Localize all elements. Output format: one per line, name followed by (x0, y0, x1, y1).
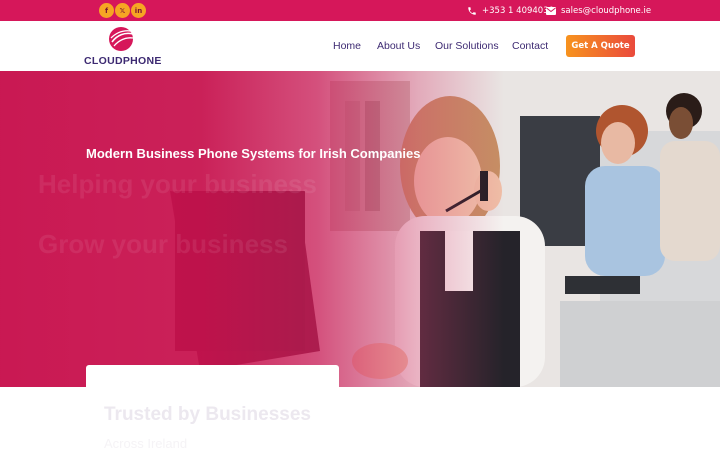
nav-contact[interactable]: Contact (512, 40, 548, 52)
email-contact[interactable]: sales@cloudphone.ie (546, 0, 651, 21)
phone-contact[interactable]: +353 1 4094030 (467, 0, 554, 21)
nav-home[interactable]: Home (333, 40, 361, 52)
trusted-subheading: Across Ireland (104, 436, 188, 450)
hero-title: Modern Business Phone Systems for Irish … (86, 146, 421, 161)
facebook-icon[interactable]: f (99, 3, 114, 18)
nav-about-us[interactable]: About Us (377, 40, 420, 52)
hero-ghost-text-2: Grow your business (38, 229, 288, 259)
logo-text: CLOUDPHONE (84, 55, 162, 67)
logo-mark-icon (109, 27, 134, 51)
logo[interactable]: CLOUDPHONE (84, 26, 162, 68)
mail-icon (546, 6, 556, 15)
get-a-quote-button[interactable]: Get A Quote (566, 35, 635, 57)
top-bar: f 𝕏 in +353 1 4094030 sales@cloudphone.i… (0, 0, 720, 21)
hero-ghost-text-1: Helping your business (38, 169, 317, 199)
hero-section: Helping your business Grow your business… (0, 71, 720, 387)
trusted-heading: Trusted by Businesses (104, 404, 311, 425)
nav-our-solutions[interactable]: Our Solutions (435, 40, 499, 52)
twitter-icon[interactable]: 𝕏 (115, 3, 130, 18)
trusted-section: Trusted by Businesses Across Ireland (0, 387, 720, 450)
phone-number: +353 1 4094030 (482, 5, 555, 16)
linkedin-icon[interactable]: in (131, 3, 146, 18)
email-address: sales@cloudphone.ie (561, 5, 652, 16)
hero-card (86, 365, 339, 387)
site-header: CLOUDPHONE Home About Us Our Solutions C… (0, 21, 720, 71)
phone-icon (468, 6, 476, 15)
